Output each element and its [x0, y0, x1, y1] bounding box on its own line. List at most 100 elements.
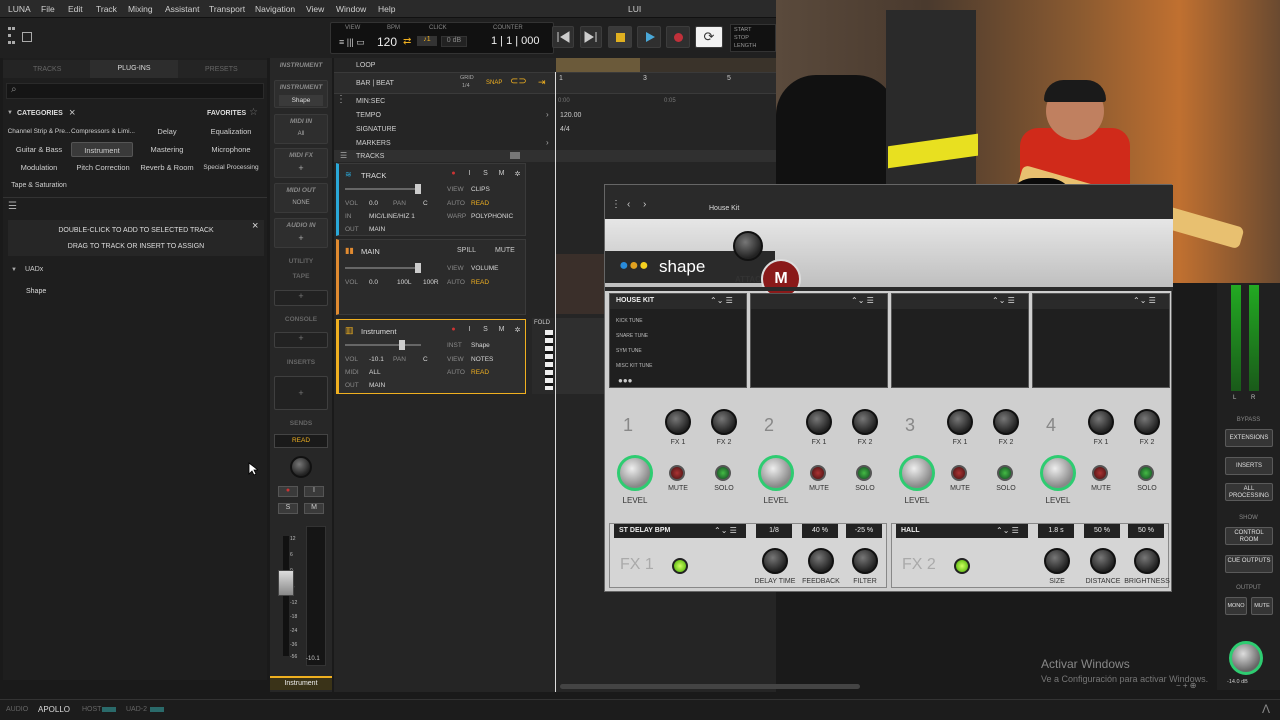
solo-led[interactable]	[1138, 465, 1154, 481]
brightness-knob[interactable]	[1134, 548, 1160, 574]
pan-value[interactable]: C	[423, 200, 428, 207]
plugin-item-shape[interactable]: Shape	[26, 288, 46, 295]
fx2-send-knob[interactable]	[993, 409, 1019, 435]
monitor-level-knob[interactable]	[1229, 641, 1263, 675]
pad-1[interactable]: HOUSE KIT ⌃⌄ ☰ KICK TUNE SNARE TUNE SYM …	[609, 293, 747, 388]
forward-button[interactable]	[580, 26, 602, 48]
fx1-send-knob[interactable]	[1088, 409, 1114, 435]
follow-icon[interactable]: ⇥	[538, 77, 546, 88]
input-monitor-button[interactable]: I	[304, 486, 324, 497]
settings-icon[interactable]: ✲	[511, 170, 524, 181]
distance-value[interactable]: 50 %	[1084, 524, 1120, 538]
pan-left-value[interactable]: 100L	[397, 279, 411, 286]
fx1-send-knob[interactable]	[947, 409, 973, 435]
clear-categories-icon[interactable]: ×	[69, 107, 75, 119]
pan-right-value[interactable]: 100R	[423, 279, 439, 286]
category-tape-saturation[interactable]: Tape & Saturation	[7, 178, 71, 193]
mute-button[interactable]: MUTE	[495, 247, 515, 254]
menu-icon[interactable]: ⌃⌄ ☰	[1133, 296, 1156, 305]
track-row-instrument[interactable]: ▥ Instrument ● I S M ✲ VOL -10.1 PAN C I…	[336, 319, 526, 394]
snap-toggle[interactable]: SNAP	[486, 80, 502, 86]
record-arm-button[interactable]: ●	[278, 486, 298, 497]
size-knob[interactable]	[1044, 548, 1070, 574]
tape-add-button[interactable]: +	[274, 290, 328, 306]
tempo-value[interactable]: 120.00	[560, 112, 581, 119]
click-level[interactable]: 0 dB	[441, 36, 467, 47]
level-knob[interactable]	[758, 455, 794, 491]
track-fader[interactable]	[345, 344, 421, 346]
pan-knob[interactable]	[290, 456, 312, 478]
more-vertical-icon[interactable]: ⋮	[611, 199, 621, 210]
preset-name[interactable]: House Kit	[709, 205, 739, 212]
input-monitor-button[interactable]: I	[463, 170, 476, 181]
menu-navigation[interactable]: Navigation	[255, 4, 295, 14]
console-add-button[interactable]: +	[274, 332, 328, 348]
filter-value[interactable]: -25 %	[846, 524, 882, 538]
output-mute-button[interactable]: MUTE	[1251, 597, 1273, 615]
play-button[interactable]	[637, 26, 661, 48]
horizontal-scrollbar[interactable]	[560, 684, 860, 689]
menu-help[interactable]: Help	[378, 4, 395, 14]
menu-assistant[interactable]: Assistant	[165, 4, 200, 14]
track-name[interactable]: Instrument	[361, 327, 396, 336]
fx1-enable-led[interactable]	[672, 558, 688, 574]
midi-value[interactable]: ALL	[369, 369, 381, 376]
menu-mixing[interactable]: Mixing	[128, 4, 153, 14]
tap-tempo-icon[interactable]: ⇄	[403, 36, 411, 47]
pad-3[interactable]: ⌃⌄ ☰	[891, 293, 1029, 388]
tab-plug-ins[interactable]: PLUG-INS	[90, 60, 178, 78]
pad-2[interactable]: ⌃⌄ ☰	[750, 293, 888, 388]
tree-group-uadx[interactable]: UADx	[25, 266, 43, 273]
tab-presets[interactable]: PRESETS	[205, 66, 238, 73]
stop-button[interactable]	[608, 26, 632, 48]
list-icon[interactable]: ☰	[340, 151, 347, 160]
track-fader[interactable]	[345, 267, 421, 269]
track-fader-handle[interactable]	[399, 340, 405, 350]
midi-in-slot[interactable]: MIDI IN All	[274, 114, 328, 144]
mono-button[interactable]: MONO	[1225, 597, 1247, 615]
next-preset-icon[interactable]: ›	[643, 199, 646, 210]
menu-luna[interactable]: LUNA	[8, 4, 31, 14]
midi-fx-slot[interactable]: MIDI FX +	[274, 148, 328, 178]
track-name[interactable]: TRACK	[361, 171, 386, 180]
solo-led[interactable]	[997, 465, 1013, 481]
menu-icon[interactable]: ⌃⌄ ☰	[992, 296, 1015, 305]
filter-knob[interactable]	[852, 548, 878, 574]
solo-button[interactable]: S	[278, 503, 298, 514]
menu-view[interactable]: View	[306, 4, 324, 14]
category-channel-strip[interactable]: Channel Strip & Pre...	[7, 124, 71, 139]
category-reverb-room[interactable]: Reverb & Room	[135, 160, 199, 175]
menu-icon[interactable]: ⌃⌄ ☰	[714, 526, 737, 535]
solo-led[interactable]	[715, 465, 731, 481]
mute-led[interactable]	[669, 465, 685, 481]
track-row-track[interactable]: ≋ TRACK ● I S M ✲ VOL 0.0 PAN C VIEW CLI…	[336, 163, 526, 236]
volume-fader[interactable]	[278, 570, 294, 596]
close-hint-icon[interactable]: ×	[252, 220, 258, 232]
mute-led[interactable]	[810, 465, 826, 481]
menu-icon[interactable]: ⌃⌄ ☰	[851, 296, 874, 305]
delay-time-value[interactable]: 1/8	[756, 524, 792, 538]
fx1-send-knob[interactable]	[665, 409, 691, 435]
category-mastering[interactable]: Mastering	[135, 142, 199, 157]
auto-value[interactable]: READ	[471, 279, 489, 286]
auto-value[interactable]: READ	[471, 369, 489, 376]
view-value[interactable]: VOLUME	[471, 265, 498, 272]
category-pitch-correction[interactable]: Pitch Correction	[71, 160, 135, 175]
instrument-value[interactable]: Shape	[279, 95, 323, 106]
inserts-add-button[interactable]: +	[274, 376, 328, 410]
inserts-button[interactable]: INSERTS	[1225, 457, 1273, 475]
signature-value[interactable]: 4/4	[560, 126, 570, 133]
track-fader-handle[interactable]	[415, 263, 421, 273]
prev-preset-icon[interactable]: ‹	[627, 199, 630, 210]
solo-button[interactable]: S	[479, 170, 492, 181]
menu-icon[interactable]: ⌃⌄ ☰	[996, 526, 1019, 535]
status-apollo[interactable]: APOLLO	[38, 705, 70, 714]
vol-value[interactable]: 0.0	[369, 200, 378, 207]
category-delay[interactable]: Delay	[135, 124, 199, 139]
panel-toggle-icon[interactable]	[22, 32, 32, 42]
input-value[interactable]: MIC/LINE/HIZ 1	[369, 213, 415, 220]
cue-outputs-button[interactable]: CUE OUTPUTS	[1225, 555, 1273, 573]
chevron-down-icon[interactable]: ▼	[11, 267, 17, 273]
record-button[interactable]	[666, 26, 690, 48]
settings-icon[interactable]: ✲	[511, 326, 524, 337]
